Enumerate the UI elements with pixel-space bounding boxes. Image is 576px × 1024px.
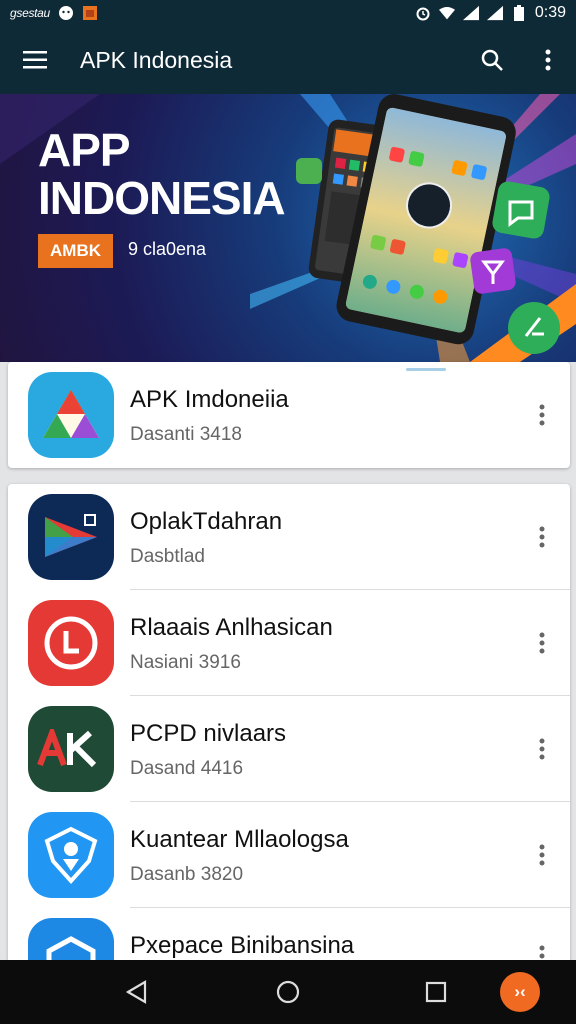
back-icon xyxy=(125,980,147,1004)
more-vert-icon xyxy=(539,738,545,760)
app-name: Pxepace Binibansina xyxy=(130,932,355,959)
banner-title-line1: APP xyxy=(38,124,131,176)
signal-icon-2 xyxy=(486,5,503,21)
list-item[interactable]: Kuantear Mllaologsa Dasanb 3820 xyxy=(8,802,570,908)
gallery-icon xyxy=(82,5,98,21)
search-button[interactable] xyxy=(464,26,520,94)
menu-icon xyxy=(23,51,47,69)
app-subtitle: Dasanti 3418 xyxy=(130,424,242,445)
app-bar: APK Indonesia xyxy=(0,26,576,94)
app-subtitle: Dasanb 3820 xyxy=(130,864,244,885)
more-vert-icon xyxy=(539,404,545,426)
app-title: APK Indonesia xyxy=(80,46,233,73)
alarm-icon xyxy=(415,5,431,21)
recents-button[interactable] xyxy=(416,972,456,1012)
system-nav-bar xyxy=(0,960,576,1024)
app-name: Kuantear Mllaologsa xyxy=(130,826,349,853)
app-subtitle: Dasand 4416 xyxy=(130,758,244,779)
app-name: PCPD nivlaars xyxy=(130,720,287,747)
home-icon xyxy=(276,980,300,1004)
list-item[interactable]: PCPD nivlaars Dasand 4416 xyxy=(8,696,570,802)
face-icon xyxy=(58,5,74,21)
recents-icon xyxy=(425,981,447,1003)
menu-button[interactable] xyxy=(0,26,70,94)
app-name: Rlaaais Anlhasican xyxy=(130,614,333,641)
ak-logo-icon xyxy=(28,706,114,792)
overflow-menu-button[interactable] xyxy=(520,26,576,94)
list-item[interactable]: Rlaaais Anlhasican Nasiani 3916 xyxy=(8,590,570,696)
banner-title: APP INDONESIA xyxy=(38,124,286,224)
shield-face-icon xyxy=(28,812,114,898)
battery-icon xyxy=(511,5,527,21)
list-item[interactable]: OplakTdahran Dasbtlad xyxy=(8,484,570,590)
featured-app-card[interactable]: APK Imdoneiia Dasanti 3418 xyxy=(8,362,570,468)
back-button[interactable] xyxy=(116,972,156,1012)
featured-app-row[interactable]: APK Imdoneiia Dasanti 3418 xyxy=(8,362,570,468)
banner-subtitle: 9 cla0ena xyxy=(128,239,207,259)
drive-triangle-icon xyxy=(28,372,114,458)
app-more-button[interactable] xyxy=(522,729,562,769)
banner-title-line2: INDONESIA xyxy=(38,172,286,224)
banner-badge[interactable]: AMBK xyxy=(38,234,113,268)
app-list-card: OplakTdahran Dasbtlad Rlaaais Anlhasican… xyxy=(8,484,570,964)
app-more-button[interactable] xyxy=(522,623,562,663)
signal-icon xyxy=(462,5,479,21)
list-item[interactable]: Pxepace Binibansina xyxy=(8,908,570,964)
home-button[interactable] xyxy=(268,972,308,1012)
play-arrow-icon xyxy=(28,494,114,580)
more-vert-icon xyxy=(539,632,545,654)
app-more-button[interactable] xyxy=(522,517,562,557)
clock-letter-icon xyxy=(28,600,114,686)
status-bar: gsestau 0:39 xyxy=(0,0,576,26)
more-vert-icon xyxy=(539,526,545,548)
promo-banner[interactable]: APP INDONESIA AMBK 9 cla0ena xyxy=(0,94,576,362)
wifi-icon xyxy=(438,5,455,21)
floating-badge-button[interactable]: ›‹ xyxy=(500,972,540,1012)
app-more-button[interactable] xyxy=(522,395,562,435)
cube-icon xyxy=(28,918,114,964)
app-more-button[interactable] xyxy=(522,835,562,875)
more-vert-icon xyxy=(539,844,545,866)
app-name: OplakTdahran xyxy=(130,508,283,535)
app-name: APK Imdoneiia xyxy=(130,386,289,413)
app-subtitle: Dasbtlad xyxy=(130,546,205,567)
carrier-label: gsestau xyxy=(10,6,50,20)
more-vert-icon xyxy=(545,49,551,71)
app-subtitle: Nasiani 3916 xyxy=(130,652,241,673)
search-icon xyxy=(481,49,503,71)
status-time: 0:39 xyxy=(534,4,566,21)
